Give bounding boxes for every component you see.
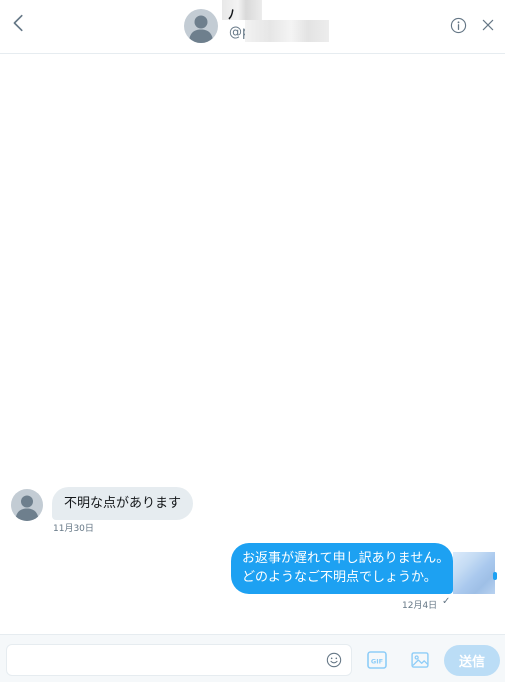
sent-message-time: 12月4日	[402, 601, 438, 611]
conversation-info-button[interactable]	[450, 17, 467, 34]
message-composer: GIF 送信	[0, 634, 505, 682]
gif-icon: GIF	[367, 651, 387, 669]
close-icon	[482, 19, 494, 31]
participant-name: ﾉ	[228, 8, 235, 23]
participant-avatar[interactable]	[184, 9, 218, 43]
sent-message-redaction	[453, 552, 497, 594]
chevron-left-icon	[13, 14, 23, 32]
received-message-bubble[interactable]: 不明な点があります	[52, 487, 194, 520]
sent-message-line-1: お返事が遅れて申し訳ありません。	[242, 551, 450, 566]
image-upload-button[interactable]	[410, 650, 430, 670]
gif-button[interactable]: GIF	[367, 651, 387, 669]
back-button[interactable]	[8, 12, 30, 34]
emoji-icon	[326, 652, 342, 668]
info-icon	[450, 17, 467, 34]
received-message-time: 11月30日	[53, 524, 94, 534]
sent-message-line-2: どのようなご不明点でしょうか。	[242, 570, 437, 585]
image-icon	[411, 652, 429, 668]
message-input[interactable]	[6, 644, 352, 676]
gif-label: GIF	[371, 658, 383, 666]
sender-avatar[interactable]	[11, 489, 43, 521]
emoji-button[interactable]	[326, 652, 342, 668]
handle-redaction	[245, 20, 329, 42]
read-status-check: ✓	[442, 596, 451, 607]
send-button[interactable]: 送信	[444, 645, 500, 676]
close-button[interactable]	[481, 18, 495, 32]
conversation-header: ﾉ @p	[0, 0, 505, 54]
avatar-icon	[15, 495, 39, 521]
avatar-icon	[189, 15, 213, 43]
sent-message-bubble[interactable]: お返事が遅れて申し訳ありません。 どのようなご不明点でしょうか。	[231, 543, 453, 594]
